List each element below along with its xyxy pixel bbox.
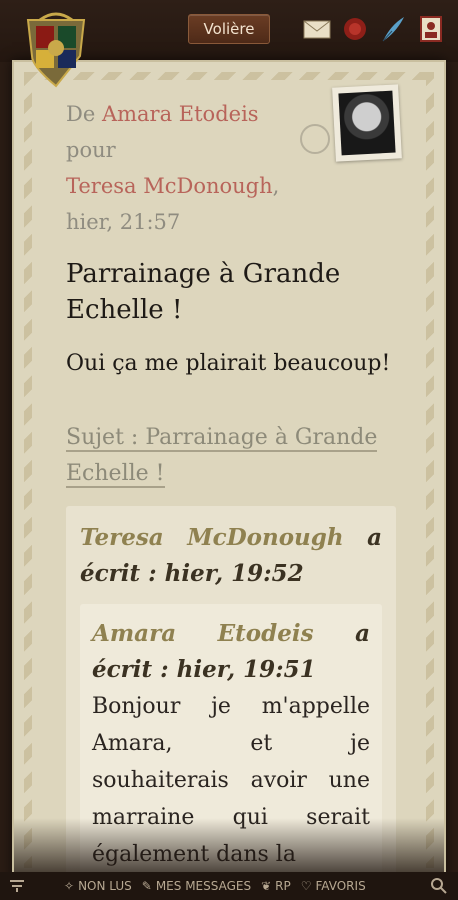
postmark-icon	[300, 124, 330, 154]
envelope-icon[interactable]	[302, 14, 332, 44]
letter-meta: De Amara Etodeis pour Teresa McDonough, …	[66, 96, 279, 240]
to-prefix: pour	[66, 138, 116, 162]
wax-seal-icon[interactable]	[340, 14, 370, 44]
sender-name-link[interactable]: Amara Etodeis	[102, 102, 259, 126]
avatar-stamp[interactable]	[332, 84, 402, 162]
from-prefix: De	[66, 102, 96, 126]
subject-link[interactable]: Sujet : Parrainage à Grande Echelle !	[66, 420, 396, 492]
bottom-nav: ✧ NON LUS ✎ MES MESSAGES ❦ RP ♡ FAVORIS	[0, 872, 458, 900]
letter-timestamp: hier, 21:57	[66, 210, 181, 234]
nav-rp-label: RP	[275, 879, 291, 893]
letter-title: Parrainage à Grande Echelle !	[66, 259, 341, 325]
voliere-button[interactable]: Volière	[188, 14, 270, 44]
nav-my-messages-label: MES MESSAGES	[155, 879, 252, 893]
top-icons	[302, 14, 446, 44]
nested-quote-header: Amara Etodeis a écrit : hier, 19:51	[92, 616, 370, 688]
heart-icon: ♡	[300, 879, 312, 893]
search-icon[interactable]	[430, 877, 448, 898]
recipient-name-link[interactable]: Teresa McDonough	[66, 174, 273, 198]
nav-unread[interactable]: ✧ NON LUS	[64, 879, 132, 893]
subject-text: Sujet : Parrainage à Grande Echelle !	[66, 425, 378, 488]
nav-my-messages[interactable]: ✎ MES MESSAGES	[142, 879, 251, 893]
quill-small-icon: ✎	[141, 879, 152, 893]
nav-favorites[interactable]: ♡ FAVORIS	[301, 879, 366, 893]
nav-rp[interactable]: ❦ RP	[261, 879, 291, 893]
nav-favorites-label: FAVORIS	[315, 879, 366, 893]
house-crest-logo[interactable]	[20, 6, 92, 90]
nav-unread-label: NON LUS	[78, 879, 132, 893]
letter-card: De Amara Etodeis pour Teresa McDonough, …	[12, 60, 446, 880]
bottom-fade	[14, 818, 444, 878]
leaf-icon: ❦	[261, 879, 272, 893]
nested-quote-author[interactable]: Amara Etodeis	[92, 620, 314, 647]
quote-author[interactable]: Teresa McDonough	[80, 524, 344, 551]
quote-header: Teresa McDonough a écrit : hier, 19:52	[80, 520, 382, 592]
profile-card-icon[interactable]	[416, 14, 446, 44]
to-suffix: ,	[272, 174, 280, 198]
menu-icon[interactable]	[8, 877, 26, 896]
avatar	[338, 90, 396, 156]
sparkle-icon: ✧	[64, 879, 75, 893]
letter-body: Oui ça me plairait beaucoup!	[66, 351, 391, 376]
quill-icon[interactable]	[378, 14, 408, 44]
